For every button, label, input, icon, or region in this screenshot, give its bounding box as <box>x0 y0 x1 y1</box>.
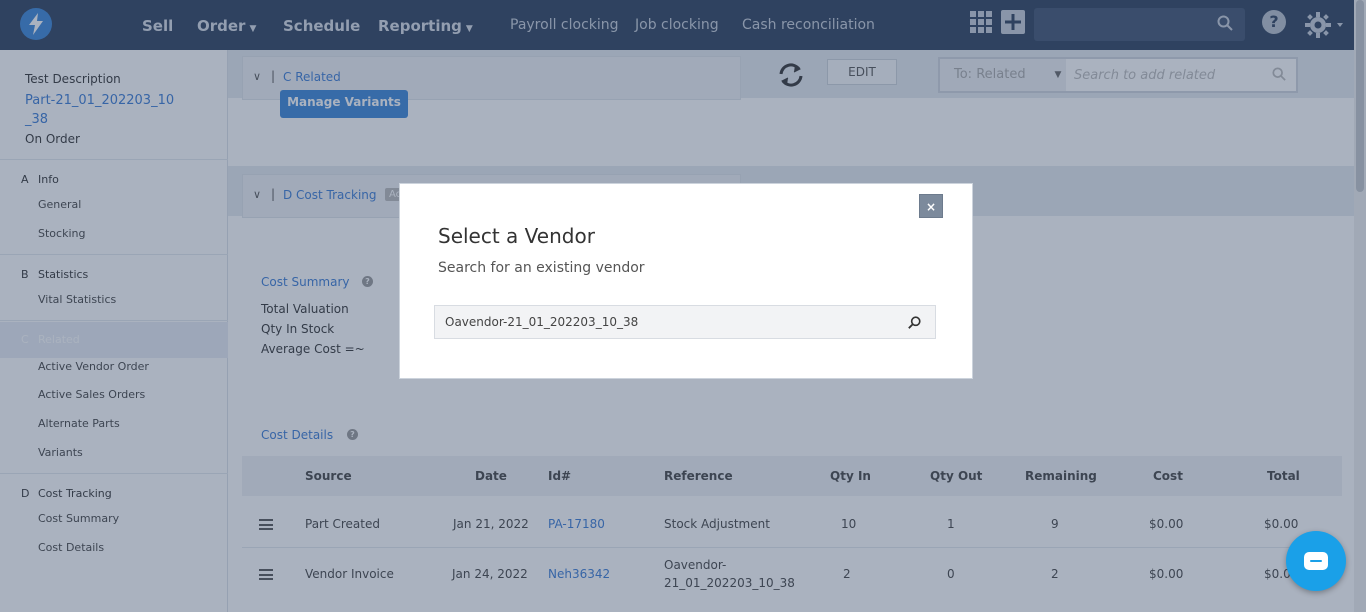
modal-subtitle: Search for an existing vendor <box>438 260 645 276</box>
vendor-search-input[interactable]: Oavendor-21_01_202203_10_38 <box>434 305 936 339</box>
chat-bubble-icon[interactable] <box>1286 531 1346 591</box>
close-icon[interactable]: × <box>919 194 943 218</box>
search-icon[interactable] <box>908 316 921 329</box>
vendor-search-value[interactable]: Oavendor-21_01_202203_10_38 <box>445 315 638 329</box>
select-vendor-modal: × Select a Vendor Search for an existing… <box>399 183 973 379</box>
modal-title: Select a Vendor <box>438 224 595 248</box>
